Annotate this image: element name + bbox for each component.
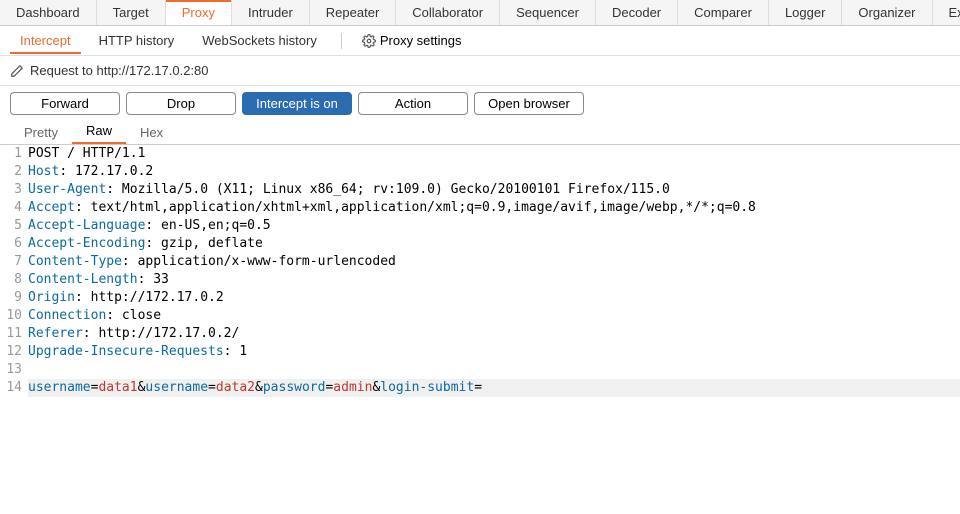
top-tab-target[interactable]: Target	[97, 0, 166, 25]
code-line[interactable]: Upgrade-Insecure-Requests: 1	[28, 343, 960, 361]
view-tab-raw[interactable]: Raw	[72, 119, 126, 144]
line-number: 5	[0, 217, 28, 235]
forward-button[interactable]: Forward	[10, 92, 120, 115]
separator	[341, 33, 342, 49]
code-line[interactable]: User-Agent: Mozilla/5.0 (X11; Linux x86_…	[28, 181, 960, 199]
view-tabs: PrettyRawHex	[0, 121, 960, 145]
line-number: 4	[0, 199, 28, 217]
intercept-toggle-button[interactable]: Intercept is on	[242, 92, 352, 115]
top-tab-sequencer[interactable]: Sequencer	[500, 0, 596, 25]
top-tabs: DashboardTargetProxyIntruderRepeaterColl…	[0, 0, 960, 26]
proxy-settings-label: Proxy settings	[380, 33, 462, 48]
top-tab-collaborator[interactable]: Collaborator	[396, 0, 500, 25]
sub-tab-intercept[interactable]: Intercept	[10, 27, 81, 54]
drop-button[interactable]: Drop	[126, 92, 236, 115]
sub-tabs: InterceptHTTP historyWebSockets history …	[0, 26, 960, 56]
request-label: Request to http://172.17.0.2:80	[30, 63, 209, 78]
code-line[interactable]: Referer: http://172.17.0.2/	[28, 325, 960, 343]
line-number: 3	[0, 181, 28, 199]
line-number: 2	[0, 163, 28, 181]
view-tab-hex[interactable]: Hex	[126, 121, 177, 144]
open-browser-button[interactable]: Open browser	[474, 92, 584, 115]
top-tab-proxy[interactable]: Proxy	[166, 0, 232, 25]
top-tab-organizer[interactable]: Organizer	[842, 0, 932, 25]
top-tab-logger[interactable]: Logger	[769, 0, 842, 25]
line-number: 11	[0, 325, 28, 343]
line-number: 6	[0, 235, 28, 253]
line-number: 14	[0, 379, 28, 397]
top-tab-comparer[interactable]: Comparer	[678, 0, 769, 25]
top-tab-intruder[interactable]: Intruder	[232, 0, 310, 25]
sub-tab-websockets-history[interactable]: WebSockets history	[192, 27, 327, 54]
line-number: 12	[0, 343, 28, 361]
code-line[interactable]	[28, 361, 960, 379]
line-number: 1	[0, 145, 28, 163]
top-tab-dashboard[interactable]: Dashboard	[0, 0, 97, 25]
code-line[interactable]: POST / HTTP/1.1	[28, 145, 960, 163]
top-tab-ext[interactable]: Ext	[933, 0, 960, 25]
gear-icon	[362, 34, 376, 48]
proxy-settings[interactable]: Proxy settings	[356, 33, 468, 48]
sub-tab-http-history[interactable]: HTTP history	[89, 27, 185, 54]
top-tab-repeater[interactable]: Repeater	[310, 0, 396, 25]
code-line[interactable]: Accept: text/html,application/xhtml+xml,…	[28, 199, 960, 217]
view-tab-pretty[interactable]: Pretty	[10, 121, 72, 144]
code-line[interactable]: Accept-Encoding: gzip, deflate	[28, 235, 960, 253]
code-line[interactable]: Content-Type: application/x-www-form-url…	[28, 253, 960, 271]
line-number: 7	[0, 253, 28, 271]
line-number: 8	[0, 271, 28, 289]
line-number: 10	[0, 307, 28, 325]
code-line[interactable]: Accept-Language: en-US,en;q=0.5	[28, 217, 960, 235]
action-row: Forward Drop Intercept is on Action Open…	[0, 86, 960, 121]
code-line[interactable]: Origin: http://172.17.0.2	[28, 289, 960, 307]
line-number: 13	[0, 361, 28, 379]
action-button[interactable]: Action	[358, 92, 468, 115]
code-line[interactable]: Host: 172.17.0.2	[28, 163, 960, 181]
top-tab-decoder[interactable]: Decoder	[596, 0, 678, 25]
line-number: 9	[0, 289, 28, 307]
code-line[interactable]: username=data1&username=data2&password=a…	[28, 379, 960, 397]
request-info-row: Request to http://172.17.0.2:80	[0, 56, 960, 86]
code-line[interactable]: Content-Length: 33	[28, 271, 960, 289]
http-editor[interactable]: 1POST / HTTP/1.12Host: 172.17.0.23User-A…	[0, 145, 960, 397]
pencil-icon	[10, 64, 24, 78]
code-line[interactable]: Connection: close	[28, 307, 960, 325]
